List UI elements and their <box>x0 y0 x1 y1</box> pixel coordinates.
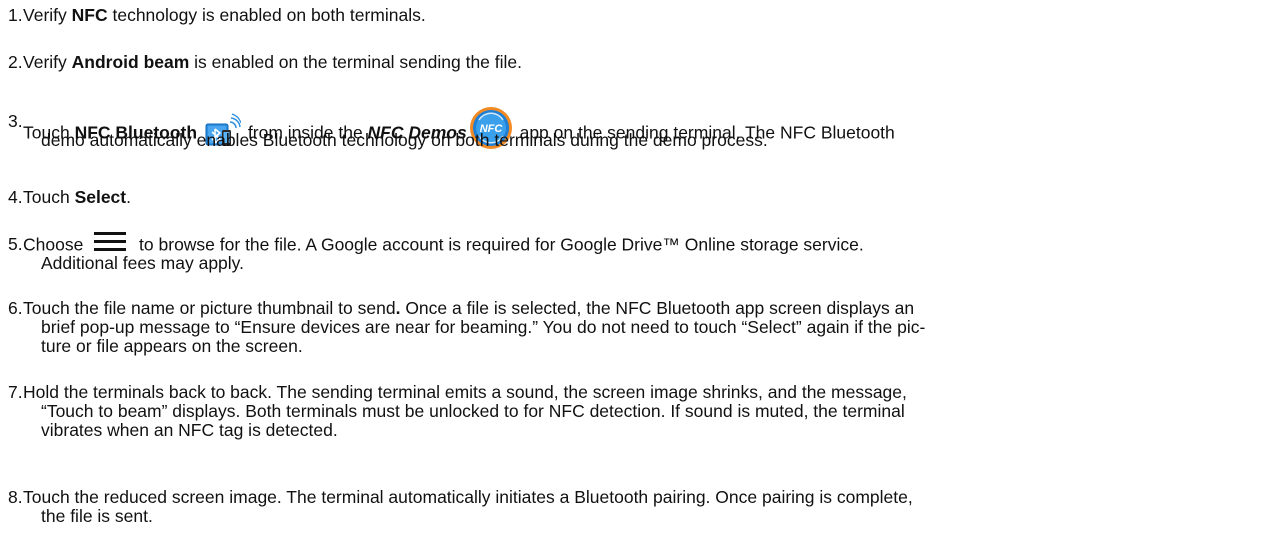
text-line: the file is sent. <box>41 506 153 526</box>
text-run: . <box>126 187 131 207</box>
step-number: 6. <box>8 298 23 318</box>
step-number: 7. <box>8 382 23 402</box>
step-number: 8. <box>8 487 23 507</box>
step-text: Touch Select. <box>23 188 1258 207</box>
step-number: 3. <box>8 111 23 131</box>
text-line: “Touch to beam” displays. Both terminals… <box>41 401 905 421</box>
step-number: 1. <box>8 5 23 25</box>
text-run: Choose <box>23 234 89 255</box>
step-text: Touch the reduced screen image. The term… <box>23 488 1258 526</box>
step-text: Hold the terminals back to back. The sen… <box>23 383 1258 440</box>
step-text: Touch the file name or picture thumbnail… <box>23 299 1258 356</box>
step-text: Verify Android beam is enabled on the te… <box>23 53 1258 72</box>
text-line: brief pop-up message to “Ensure devices … <box>41 317 926 337</box>
step-number: 2. <box>8 52 23 72</box>
text-run: Verify <box>23 52 72 72</box>
text-run: technology is enabled on both terminals. <box>107 5 426 25</box>
text-run: is enabled on the terminal sending the f… <box>189 52 523 72</box>
step-text: Verify NFC technology is enabled on both… <box>23 6 1258 25</box>
select-term: Select <box>74 187 127 207</box>
text-line: demo automatically enables Bluetooth tec… <box>41 130 768 150</box>
text-run: to browse for the file. A Google account… <box>134 234 864 255</box>
text-run: Touch <box>23 187 75 207</box>
text-run: Touch the file name or picture thumbnail… <box>23 298 396 318</box>
text-line: Hold the terminals back to back. The sen… <box>23 382 907 402</box>
hamburger-menu-icon <box>94 231 127 253</box>
android-beam-term: Android beam <box>71 52 190 72</box>
step-number: 4. <box>8 187 23 207</box>
step-text: Choose to browse for the file. A Google … <box>23 232 1258 273</box>
text-line: Additional fees may apply. <box>41 253 244 273</box>
step-number: 5. <box>8 234 23 254</box>
text-run: Verify <box>23 5 72 25</box>
text-line: vibrates when an NFC tag is detected. <box>41 420 338 440</box>
text-line: Touch the reduced screen image. The term… <box>23 487 913 507</box>
step-text: Touch NFC Bluetooth from inside the NFC … <box>23 107 1258 150</box>
nfc-term: NFC <box>71 5 108 25</box>
text-run: Once a file is selected, the NFC Bluetoo… <box>400 298 915 318</box>
text-line: ture or file appears on the screen. <box>41 336 303 356</box>
